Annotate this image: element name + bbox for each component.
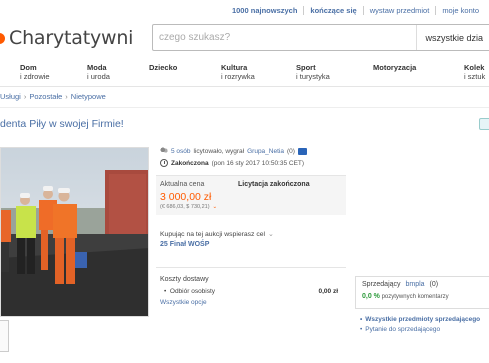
- people-icon: [160, 147, 168, 155]
- item-photo[interactable]: [0, 147, 149, 317]
- price-label: Aktualna cena: [160, 181, 205, 188]
- photo-illustration: [1, 148, 148, 316]
- current-price: 3 000,00 zł: [160, 191, 212, 203]
- top-links: 1000 najnowszych kończące się wystaw prz…: [226, 6, 485, 15]
- auction-status-text: Licytacja zakończona: [238, 181, 310, 188]
- breadcrumb-divider: [0, 107, 489, 108]
- nav-item-sport[interactable]: Sport i turystyka: [296, 63, 330, 81]
- seller-score: (0): [429, 281, 439, 288]
- nav-sublabel: i turystyka: [296, 72, 330, 81]
- nav-divider: [0, 86, 489, 87]
- bidders-link[interactable]: 5 osób: [171, 148, 191, 155]
- link-my-account[interactable]: moje konto: [435, 6, 485, 15]
- nav-sublabel: i zdrowie: [20, 72, 50, 81]
- nav-label: Moda: [87, 63, 107, 72]
- nav-label: Dom: [20, 63, 37, 72]
- nav-item-dom[interactable]: Dom i zdrowie: [20, 63, 50, 81]
- chevron-down-icon: ⌄: [268, 231, 274, 238]
- logo-text: Charytatywni: [9, 27, 134, 49]
- seller-row: Sprzedający bmpla (0): [362, 281, 438, 288]
- shipping-method: • Odbiór osobisty: [164, 288, 216, 295]
- breadcrumb-separator: ›: [23, 92, 27, 101]
- currency-conversion[interactable]: (€ 686,03, $ 730,21) ⌄: [160, 204, 217, 210]
- shipping-options-link[interactable]: Wszystkie opcje: [160, 299, 207, 306]
- site-logo[interactable]: Charytatywni: [0, 27, 133, 49]
- winner-score: (0): [286, 147, 295, 155]
- chevron-down-icon: ⌄: [212, 204, 218, 210]
- nav-item-kolekcje[interactable]: Kolek i sztuk: [464, 63, 485, 81]
- bid-summary: 5 osób licytowało, wygrał Grupa_Netia (0…: [160, 147, 307, 155]
- nav-label: Kolek: [464, 63, 485, 72]
- logo-mark-icon: [0, 32, 5, 44]
- breadcrumb-separator: ›: [65, 92, 68, 101]
- seller-links: Wszystkie przedmioty sprzedającego Pytan…: [360, 315, 480, 335]
- charity-label: Kupując na tej aukcji wspierasz cel: [160, 231, 266, 238]
- seller-label: Sprzedający: [362, 281, 401, 288]
- nav-label: Sport: [296, 63, 316, 72]
- nav-item-motoryzacja[interactable]: Motoryzacja: [373, 63, 416, 72]
- nav-item-moda[interactable]: Moda i uroda: [87, 63, 110, 81]
- search-category-select[interactable]: wszystkie dzia: [416, 25, 489, 50]
- clock-icon: [160, 159, 168, 167]
- auction-end: Zakończona (pon 16 sty 2017 10:50:35 CET…: [160, 159, 304, 167]
- nav-item-kultura[interactable]: Kultura i rozrywka: [221, 63, 255, 81]
- share-icon[interactable]: [479, 118, 489, 130]
- seller-percent-text: pozytywnych komentarzy: [381, 294, 449, 300]
- auction-status: Zakończona: [171, 159, 209, 167]
- nav-label: Motoryzacja: [373, 63, 417, 72]
- breadcrumb-item[interactable]: Nietypowe: [71, 92, 106, 101]
- seller-name-link[interactable]: bmpla: [405, 281, 424, 288]
- shipping-cost: 0,00 zł: [318, 288, 338, 295]
- shipping-title: Koszty dostawy: [160, 276, 209, 283]
- seller-question-link[interactable]: Pytanie do sprzedającego: [360, 325, 480, 335]
- shipping-divider: [156, 267, 346, 268]
- breadcrumb-item[interactable]: Pozostałe: [29, 92, 62, 101]
- nav-label: Kultura: [221, 63, 248, 72]
- badge-icon: [297, 147, 307, 155]
- charity-toggle[interactable]: Kupując na tej aukcji wspierasz cel ⌄: [160, 230, 274, 238]
- link-ending[interactable]: kończące się: [303, 6, 362, 15]
- breadcrumb: Usługi › Pozostałe › Nietypowe: [0, 92, 106, 101]
- seller-rating: 0,0 % pozytywnych komentarzy: [362, 293, 449, 300]
- category-nav: Dom i zdrowie Moda i uroda Dziecko Kultura…: [0, 63, 489, 85]
- bidders-text: licytowało, wygrał: [193, 147, 245, 155]
- link-newest[interactable]: 1000 najnowszych: [226, 6, 303, 15]
- shipping-row: • Odbiór osobisty 0,00 zł: [164, 288, 338, 295]
- breadcrumb-item[interactable]: Usługi: [0, 92, 21, 101]
- page-title: denta Piły w swojej Firmie!: [0, 118, 124, 130]
- link-list-item[interactable]: wystaw przedmiot: [362, 6, 436, 15]
- search-input[interactable]: [153, 25, 417, 50]
- charity-link[interactable]: 25 Finał WOŚP: [160, 241, 209, 248]
- nav-sublabel: i uroda: [87, 72, 110, 81]
- nav-label: Dziecko: [149, 63, 178, 72]
- nav-sublabel: i sztuk: [464, 72, 486, 81]
- auction-end-date: (pon 16 sty 2017 10:50:35 CET): [211, 159, 305, 167]
- search-bar: wszystkie dzia: [152, 24, 489, 51]
- seller-percent: 0,0 %: [362, 293, 380, 300]
- winner-link[interactable]: Grupa_Netia: [247, 148, 284, 155]
- thumbnail-strip[interactable]: [0, 320, 9, 352]
- nav-item-dziecko[interactable]: Dziecko: [149, 63, 177, 72]
- conversion-text: (€ 686,03, $ 730,21): [160, 204, 210, 210]
- nav-sublabel: i rozrywka: [221, 72, 255, 81]
- shipping-method-label: Odbiór osobisty: [169, 288, 216, 295]
- seller-box: Sprzedający bmpla (0) 0,0 % pozytywnych …: [355, 276, 489, 309]
- seller-all-items-link[interactable]: Wszystkie przedmioty sprzedającego: [360, 315, 480, 325]
